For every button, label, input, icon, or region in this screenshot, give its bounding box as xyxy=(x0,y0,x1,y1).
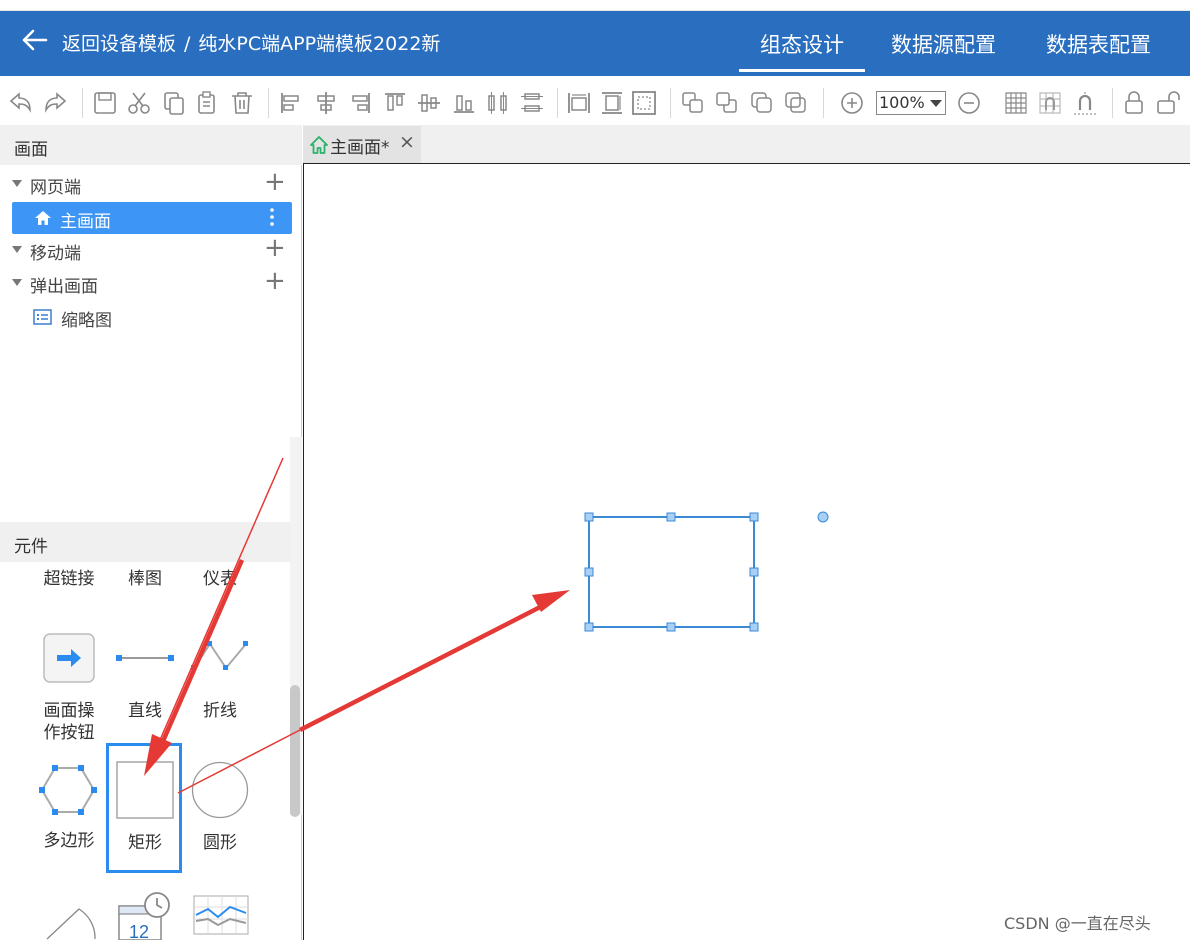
zoom-in-icon[interactable] xyxy=(839,90,865,116)
tree-item-label: 缩略图 xyxy=(61,311,112,331)
datetime-icon[interactable]: 12 xyxy=(117,892,173,940)
tree-item-label: 主画面 xyxy=(60,212,111,232)
tree-group-label: 弹出画面 xyxy=(30,277,98,297)
toolbar-divider xyxy=(670,88,671,118)
circle-icon[interactable] xyxy=(191,761,249,819)
breadcrumb-separator: / xyxy=(184,33,191,55)
tab-datasource[interactable]: 数据源配置 xyxy=(891,29,996,59)
add-page-icon[interactable]: + xyxy=(264,268,286,294)
component-hyperlink[interactable]: 超链接 xyxy=(38,568,100,590)
align-center-h-icon[interactable] xyxy=(313,90,339,116)
toolbar-divider xyxy=(82,88,83,118)
toolbar-divider xyxy=(557,88,558,118)
toolbar-divider xyxy=(268,88,269,118)
lock-icon[interactable] xyxy=(1121,90,1147,116)
screen-button-icon[interactable] xyxy=(43,633,95,683)
back-arrow-icon[interactable] xyxy=(20,26,50,54)
tab-design[interactable]: 组态设计 xyxy=(739,29,865,72)
component-polyline[interactable]: 折线 xyxy=(189,700,251,722)
caret-down-icon[interactable] xyxy=(12,246,22,253)
breadcrumb: 返回设备模板 / 纯水PC端APP端模板2022新 xyxy=(62,29,440,56)
snap-grid-icon[interactable] xyxy=(1037,90,1063,116)
same-width-icon[interactable] xyxy=(566,90,592,116)
zoom-value: 100% xyxy=(879,93,925,112)
component-bar-chart[interactable]: 棒图 xyxy=(114,568,176,590)
toolbar-divider xyxy=(1112,88,1113,118)
tree-group-mobile[interactable]: 移动端 + xyxy=(0,234,302,266)
toolbar-divider xyxy=(823,88,824,118)
trend-chart-icon[interactable] xyxy=(193,895,249,935)
component-line[interactable]: 直线 xyxy=(114,700,176,722)
screens-header: 画面 xyxy=(0,125,302,165)
same-height-icon[interactable] xyxy=(599,90,625,116)
polygon-icon[interactable] xyxy=(39,765,97,815)
caret-down-icon[interactable] xyxy=(12,279,22,286)
magnet-icon[interactable] xyxy=(1072,90,1098,116)
thumbnail-icon xyxy=(33,309,52,325)
canvas-tab-main[interactable]: 主画面* × xyxy=(303,126,421,163)
tree-group-label: 网页端 xyxy=(30,178,81,198)
align-middle-icon[interactable] xyxy=(416,90,442,116)
ungroup-icon[interactable] xyxy=(783,90,809,116)
svg-text:12: 12 xyxy=(129,922,149,940)
components-header: 元件 xyxy=(0,522,302,562)
component-polygon[interactable]: 多边形 xyxy=(38,830,100,852)
align-bottom-icon[interactable] xyxy=(451,90,477,116)
template-name: 纯水PC端APP端模板2022新 xyxy=(198,33,441,55)
component-gauge[interactable]: 仪表 xyxy=(189,568,251,590)
more-vertical-icon[interactable] xyxy=(268,206,276,228)
copy-icon[interactable] xyxy=(161,90,187,116)
same-size-icon[interactable] xyxy=(631,90,657,116)
add-page-icon[interactable]: + xyxy=(264,169,286,195)
app-root: 返回设备模板 / 纯水PC端APP端模板2022新 组态设计 数据源配置 数据表配置 xyxy=(0,0,1190,940)
line-icon[interactable] xyxy=(115,651,175,665)
canvas-tab-strip xyxy=(303,125,1190,163)
distribute-h-icon[interactable] xyxy=(485,90,511,116)
app-header: 返回设备模板 / 纯水PC端APP端模板2022新 组态设计 数据源配置 数据表配置 xyxy=(0,11,1190,76)
toolbar: 100% xyxy=(0,76,1190,125)
caret-down-icon[interactable] xyxy=(12,180,22,187)
unlock-icon[interactable] xyxy=(1155,90,1181,116)
canvas-tab-label: 主画面* xyxy=(330,138,390,158)
distribute-v-icon[interactable] xyxy=(519,90,545,116)
tree-group-popup[interactable]: 弹出画面 + xyxy=(0,267,302,299)
component-circle[interactable]: 圆形 xyxy=(189,832,251,854)
component-screen-button[interactable]: 画面操作按钮 xyxy=(38,700,100,744)
arc-icon[interactable] xyxy=(45,905,99,940)
align-left-icon[interactable] xyxy=(278,90,304,116)
polyline-icon[interactable] xyxy=(190,638,250,674)
top-strip xyxy=(0,0,1190,11)
tree-item-thumbnail[interactable]: 缩略图 xyxy=(0,301,302,333)
undo-icon[interactable] xyxy=(8,90,34,116)
grid-icon[interactable] xyxy=(1003,90,1029,116)
tree-group-web[interactable]: 网页端 + xyxy=(0,168,302,200)
add-page-icon[interactable]: + xyxy=(264,235,286,261)
align-right-icon[interactable] xyxy=(347,90,373,116)
bring-front-icon[interactable] xyxy=(680,90,706,116)
tree-item-main-page[interactable]: 主画面 xyxy=(12,202,292,234)
watermark: CSDN @一直在尽头 xyxy=(1004,914,1151,933)
tree-group-label: 移动端 xyxy=(30,244,81,264)
send-back-icon[interactable] xyxy=(714,90,740,116)
align-top-icon[interactable] xyxy=(382,90,408,116)
home-icon xyxy=(35,211,51,225)
chevron-down-icon xyxy=(930,100,942,107)
paste-icon[interactable] xyxy=(195,90,221,116)
cut-icon[interactable] xyxy=(126,90,152,116)
design-canvas[interactable] xyxy=(303,163,1190,940)
delete-icon[interactable] xyxy=(229,90,255,116)
redo-icon[interactable] xyxy=(42,90,68,116)
rectangle-icon[interactable] xyxy=(116,761,174,819)
save-icon[interactable] xyxy=(92,90,118,116)
zoom-out-icon[interactable] xyxy=(956,90,982,116)
zoom-select[interactable]: 100% xyxy=(876,91,946,115)
home-icon xyxy=(310,136,328,154)
component-rectangle[interactable]: 矩形 xyxy=(114,832,176,854)
components-scrollbar-thumb[interactable] xyxy=(290,685,300,817)
close-icon[interactable]: × xyxy=(399,131,415,153)
back-link[interactable]: 返回设备模板 xyxy=(62,33,176,55)
group-icon[interactable] xyxy=(749,90,775,116)
tab-datatable[interactable]: 数据表配置 xyxy=(1046,29,1151,59)
